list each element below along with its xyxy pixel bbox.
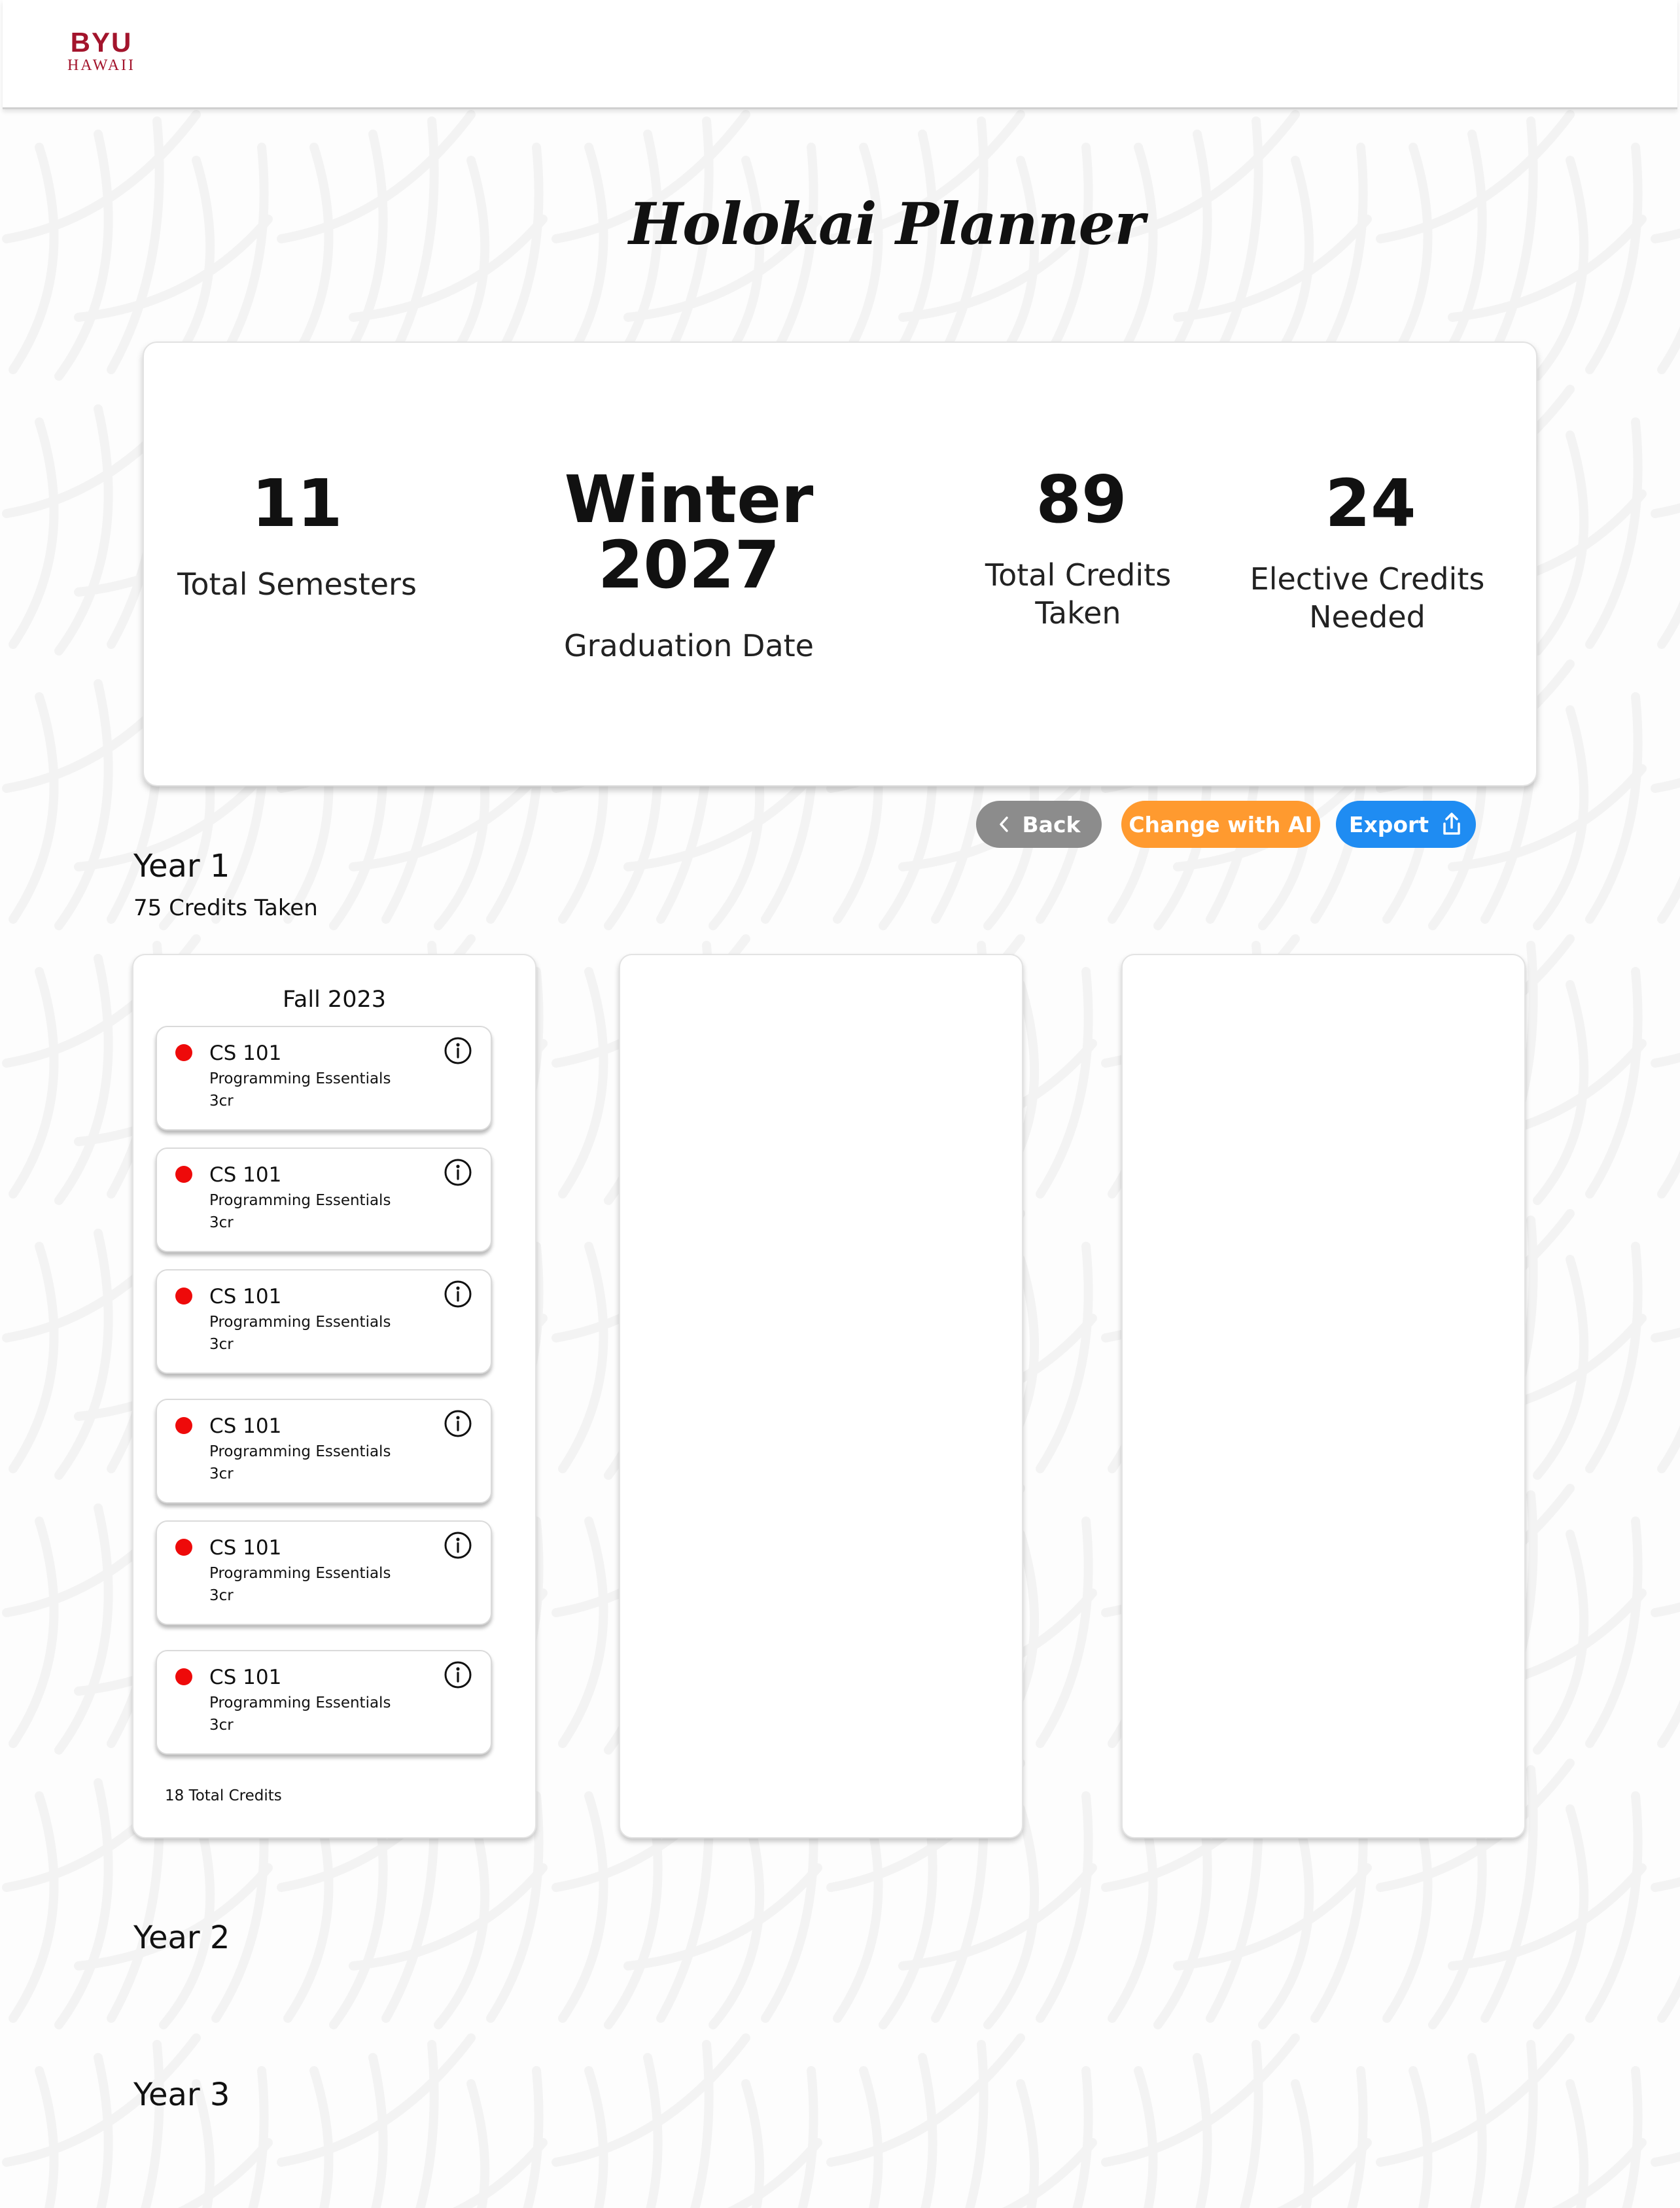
course-code: CS 101 [209,1414,282,1438]
total-credits-label-line1: Total Credits [985,557,1172,593]
planner-page: BYU HAWAII Holokai Planner 11 Total Seme… [0,0,1680,2208]
export-button[interactable]: Export [1336,801,1476,848]
top-navigation-bar: BYU HAWAII [3,0,1677,109]
course-code: CS 101 [209,1536,282,1560]
course-credits: 3cr [209,1587,234,1604]
semester-title: Fall 2023 [282,987,386,1013]
export-button-label: Export [1348,811,1429,837]
info-icon[interactable] [442,1035,474,1066]
total-semesters-value: 11 [251,465,343,542]
semester-column-fall-2023[interactable]: Fall 2023 CS 101 Programming Essentials … [132,954,536,1838]
total-semesters-label: Total Semesters [177,567,417,602]
course-name: Programming Essentials [209,1565,391,1582]
course-code: CS 101 [209,1163,282,1187]
course-card[interactable]: CS 101 Programming Essentials 3cr [156,1026,492,1130]
year-1-credits-taken: 75 Credits Taken [133,895,318,921]
course-credits: 3cr [209,1093,234,1110]
semester-column-empty[interactable] [619,954,1023,1838]
status-dot [175,1044,192,1061]
elective-credits-label-line2: Needed [1309,599,1426,635]
status-dot [175,1166,192,1183]
course-credits: 3cr [209,1717,234,1734]
elective-credits-value: 24 [1325,465,1416,542]
elective-credits-label-line1: Elective Credits [1250,561,1485,597]
status-dot [175,1417,192,1434]
stat-elective-credits: 24 Elective Credits Needed [1230,471,1505,636]
info-icon[interactable] [442,1278,474,1310]
course-code: CS 101 [209,1285,282,1308]
change-with-ai-button[interactable]: Change with AI [1121,801,1320,848]
stat-total-credits: 89 Total Credits Taken [960,467,1196,632]
course-code: CS 101 [209,1666,282,1689]
status-dot [175,1288,192,1305]
course-card[interactable]: CS 101 Programming Essentials 3cr [156,1650,492,1755]
byu-hawaii-logo[interactable]: BYU HAWAII [65,27,137,74]
course-name: Programming Essentials [209,1443,391,1460]
year-3-title: Year 3 [133,2077,230,2113]
semester-total-credits: 18 Total Credits [165,1787,282,1804]
course-credits: 3cr [209,1336,234,1353]
graduation-date-value: Winter 2027 [564,461,814,603]
logo-sub-text: HAWAII [67,57,136,74]
graduation-date-label: Graduation Date [564,628,814,663]
course-name: Programming Essentials [209,1070,391,1087]
stat-total-semesters: 11 Total Semesters [173,471,421,603]
change-with-ai-label: Change with AI [1129,811,1313,837]
course-card[interactable]: CS 101 Programming Essentials 3cr [156,1399,492,1503]
info-icon[interactable] [442,1659,474,1691]
course-credits: 3cr [209,1214,234,1231]
semester-column-empty[interactable] [1121,954,1526,1838]
back-button[interactable]: Back [976,801,1102,848]
year-1-title: Year 1 [133,848,230,885]
back-button-label: Back [1022,811,1081,837]
status-dot [175,1539,192,1556]
stat-graduation-date: Winter 2027 Graduation Date [491,467,909,665]
course-card[interactable]: CS 101 Programming Essentials 3cr [156,1269,492,1374]
course-card[interactable]: CS 101 Programming Essentials 3cr [156,1520,492,1625]
course-credits: 3cr [209,1465,234,1482]
page-title: Holokai Planner [629,190,1145,258]
course-name: Programming Essentials [209,1192,391,1209]
course-code: CS 101 [209,1042,282,1065]
total-credits-label-line2: Taken [1035,595,1121,631]
course-name: Programming Essentials [209,1694,391,1711]
logo-main-text: BYU [70,27,133,58]
share-upload-icon [1443,813,1460,835]
info-icon[interactable] [442,1157,474,1188]
year-2-title: Year 2 [133,1919,230,1956]
chevron-left-icon [999,816,1008,832]
course-card[interactable]: CS 101 Programming Essentials 3cr [156,1148,492,1252]
course-name: Programming Essentials [209,1314,391,1331]
summary-card: 11 Total Semesters Winter 2027 Graduatio… [143,342,1537,786]
total-credits-value: 89 [1036,461,1127,538]
status-dot [175,1668,192,1685]
info-icon[interactable] [442,1408,474,1439]
info-icon[interactable] [442,1530,474,1561]
